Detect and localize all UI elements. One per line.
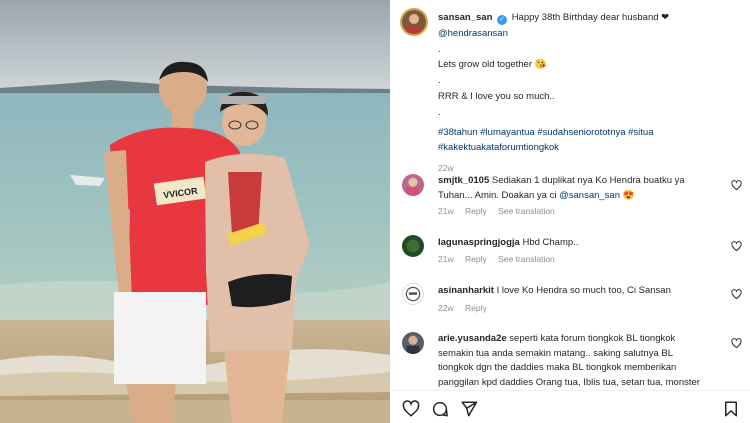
reply-button[interactable]: Reply [465,254,487,264]
commenter-avatar[interactable] [402,235,424,257]
post-details-panel: sansan_san ✓ Happy 38th Birthday dear hu… [390,0,750,423]
caption-line-3: . [438,43,441,55]
comment-text: smjtk_0105 Sediakan 1 duplikat nya Ko He… [438,175,685,201]
comment-mention[interactable]: @sansan_san [559,190,620,201]
caption-line-1: Happy 38th Birthday dear husband ❤ [511,12,670,23]
caption-mention[interactable]: @hendrasansan [438,26,738,42]
commenter-avatar[interactable] [402,174,424,196]
comment-actions: 22w Reply [438,303,496,313]
comment-like-heart-icon[interactable] [731,289,742,300]
author-username[interactable]: sansan_san [438,12,492,23]
comment-text: asinanharkit I love Ko Hendra so much to… [438,285,671,296]
comment-actions: 21w Reply See translation [438,254,564,264]
bookmark-icon[interactable] [722,400,740,418]
comment-time: 21w [438,206,454,216]
instagram-post: VVICOR sansan_san ✓ Happy 38th Birthday … [0,0,750,423]
comment-like-heart-icon[interactable] [731,180,742,191]
comment-like-heart-icon[interactable] [731,241,742,252]
comment-text: lagunaspringjogja Hbd Champ.. [438,237,579,248]
post-action-bar [390,390,750,423]
post-photo[interactable]: VVICOR [0,0,390,423]
caption-line-7: . [438,106,441,118]
reply-button[interactable]: Reply [465,206,487,216]
reply-button[interactable]: Reply [465,303,487,313]
comment-actions: 21w Reply See translation [438,206,564,216]
comments-scroll-area[interactable]: sansan_san ✓ Happy 38th Birthday dear hu… [390,0,750,390]
comment-like-heart-icon[interactable] [731,338,742,349]
caption-line-4: Lets grow old together 😘 [438,59,547,71]
caption-line-5: . [438,75,441,87]
caption-line-6: RRR & I love you so much.. [438,90,555,102]
share-icon[interactable] [460,400,478,418]
caption-hashtags-1[interactable]: #38tahun #lumayantua #sudahseniorototnya… [438,125,738,141]
see-translation-button[interactable]: See translation [498,206,555,216]
post-caption: sansan_san ✓ Happy 38th Birthday dear hu… [438,10,738,177]
verified-badge-icon: ✓ [497,15,508,25]
commenter-username[interactable]: smjtk_0105 [438,175,489,186]
commenter-username[interactable]: asinanharkit [438,285,494,296]
comment-icon[interactable] [431,400,449,418]
commenter-username[interactable]: arie.yusanda2e [438,333,507,344]
comment-time: 22w [438,303,454,313]
caption-hashtags-2[interactable]: #kakektuakataforumtiongkok [438,140,738,156]
commenter-avatar[interactable] [402,283,424,305]
author-avatar[interactable] [400,8,428,36]
comment-time: 21w [438,254,454,264]
see-translation-button[interactable]: See translation [498,254,555,264]
commenter-avatar[interactable] [402,332,424,354]
heart-icon[interactable] [402,400,420,418]
commenter-username[interactable]: lagunaspringjogja [438,237,520,248]
comment-text: arie.yusanda2e seperti kata forum tiongk… [438,333,700,388]
